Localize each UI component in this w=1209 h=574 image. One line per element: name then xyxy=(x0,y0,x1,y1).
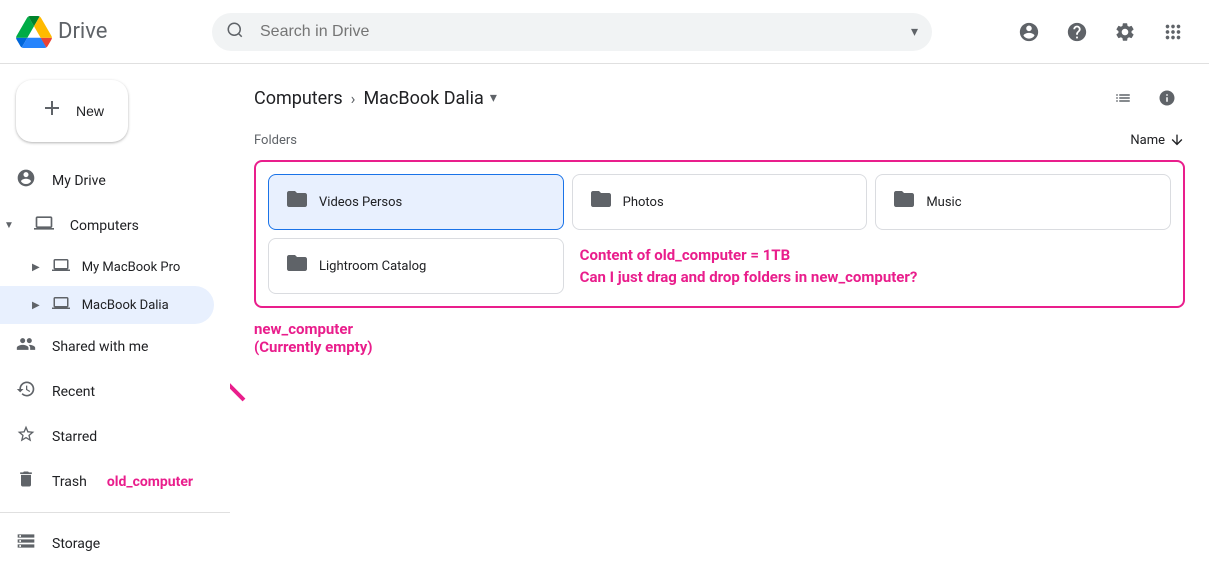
folder-name-videos-persos: Videos Persos xyxy=(319,195,402,210)
sidebar-item-my-drive[interactable]: My Drive xyxy=(0,158,214,203)
sort-label: Name xyxy=(1130,133,1165,148)
new-computer-sub: (Currently empty) xyxy=(254,338,373,356)
breadcrumb-computers[interactable]: Computers xyxy=(254,88,343,109)
folder-item-photos[interactable]: Photos xyxy=(572,174,868,230)
folder-grid: Videos Persos Photos Music xyxy=(268,174,1171,294)
macbook-dalia-icon xyxy=(52,294,70,316)
trash-icon xyxy=(16,469,36,494)
sidebar-item-recent[interactable]: Recent xyxy=(0,369,214,414)
new-computer-label: new_computer xyxy=(254,320,373,338)
name-sort-button[interactable]: Name xyxy=(1130,132,1185,148)
folder-item-lightroom[interactable]: Lightroom Catalog xyxy=(268,238,564,294)
sidebar-item-macbook-dalia[interactable]: ▶ MacBook Dalia xyxy=(0,286,214,324)
account-circle-icon[interactable] xyxy=(1009,12,1049,52)
breadcrumb: Computers › MacBook Dalia ▾ xyxy=(254,88,497,109)
content-header: Computers › MacBook Dalia ▾ xyxy=(230,64,1209,124)
app-title: Drive xyxy=(58,19,107,44)
sidebar: New My Drive ▼ Computers ▶ My MacBook Pr… xyxy=(0,64,230,574)
sidebar-item-starred[interactable]: Starred xyxy=(0,414,214,459)
breadcrumb-separator: › xyxy=(351,89,356,108)
annotation-line1: Content of old_computer = 1TB xyxy=(580,244,918,267)
list-view-button[interactable] xyxy=(1105,80,1141,116)
folder-icon-music xyxy=(892,187,916,217)
content-annotation-text: Content of old_computer = 1TB Can I just… xyxy=(580,244,918,289)
help-icon[interactable] xyxy=(1057,12,1097,52)
sidebar-item-storage[interactable]: Storage xyxy=(0,521,230,566)
folder-name-lightroom: Lightroom Catalog xyxy=(319,259,426,274)
folders-label-row: Folders Name xyxy=(230,124,1209,156)
macbook-dalia-label: MacBook Dalia xyxy=(82,298,169,313)
starred-icon xyxy=(16,424,36,449)
sidebar-item-starred-label: Starred xyxy=(52,429,97,445)
apps-icon[interactable] xyxy=(1153,12,1193,52)
topbar: Drive ▾ xyxy=(0,0,1209,64)
folder-name-photos: Photos xyxy=(623,195,664,210)
info-button[interactable] xyxy=(1149,80,1185,116)
grid-annotation-wrapper: Videos Persos Photos Music xyxy=(254,160,1185,308)
main-layout: New My Drive ▼ Computers ▶ My MacBook Pr… xyxy=(0,64,1209,574)
sidebar-item-my-drive-label: My Drive xyxy=(52,173,106,189)
folder-item-music[interactable]: Music xyxy=(875,174,1171,230)
folders-label: Folders xyxy=(254,133,297,148)
sidebar-item-computers[interactable]: ▼ Computers xyxy=(0,203,214,248)
topbar-icons xyxy=(1009,12,1193,52)
sidebar-item-shared[interactable]: Shared with me xyxy=(0,324,214,369)
sidebar-item-trash[interactable]: Trash old_computer xyxy=(0,459,214,504)
sidebar-item-trash-label: Trash xyxy=(52,474,87,490)
folder-name-music: Music xyxy=(926,195,961,210)
breadcrumb-dropdown-icon[interactable]: ▾ xyxy=(490,90,497,106)
search-icon xyxy=(226,21,244,43)
annotation-line2: Can I just drag and drop folders in new_… xyxy=(580,266,918,289)
folder-icon-videos-persos xyxy=(285,187,309,217)
plus-icon xyxy=(40,96,64,126)
macbook-pro-icon xyxy=(52,256,70,278)
breadcrumb-current: MacBook Dalia ▾ xyxy=(363,88,496,109)
computers-icon xyxy=(34,213,54,238)
folder-icon-photos xyxy=(589,187,613,217)
recent-icon xyxy=(16,379,36,404)
search-bar: ▾ xyxy=(212,13,932,51)
logo-area: Drive xyxy=(16,16,196,48)
old-computer-annotation: old_computer xyxy=(107,474,193,490)
sidebar-item-computers-label: Computers xyxy=(70,218,139,234)
storage-section: 1.1 TB of 2 TB used Buy storage xyxy=(0,566,230,574)
sidebar-item-recent-label: Recent xyxy=(52,384,95,400)
macbook-pro-arrow: ▶ xyxy=(32,262,40,273)
header-actions xyxy=(1105,80,1185,116)
settings-icon[interactable] xyxy=(1105,12,1145,52)
computers-expand-arrow: ▼ xyxy=(4,220,14,231)
folder-grid-wrapper: Videos Persos Photos Music xyxy=(254,160,1185,308)
macbook-pro-label: My MacBook Pro xyxy=(82,260,181,275)
drive-logo-icon xyxy=(16,16,52,48)
content-annotation-area: Content of old_computer = 1TB Can I just… xyxy=(572,238,1171,294)
search-input[interactable] xyxy=(212,13,932,51)
sidebar-item-shared-label: Shared with me xyxy=(52,339,148,355)
macbook-dalia-arrow: ▶ xyxy=(32,300,40,311)
breadcrumb-current-label: MacBook Dalia xyxy=(363,88,483,109)
new-button[interactable]: New xyxy=(16,80,128,142)
folder-icon-lightroom xyxy=(285,251,309,281)
content-area: Computers › MacBook Dalia ▾ Folders Na xyxy=(230,64,1209,574)
new-computer-annotation: new_computer (Currently empty) xyxy=(254,320,373,356)
new-button-label: New xyxy=(76,103,104,119)
search-dropdown-icon[interactable]: ▾ xyxy=(911,24,918,40)
bottom-annotations: new_computer (Currently empty) xyxy=(230,308,1209,356)
sidebar-item-macbook-pro[interactable]: ▶ My MacBook Pro xyxy=(0,248,214,286)
sidebar-divider xyxy=(0,512,230,513)
folder-item-videos-persos[interactable]: Videos Persos xyxy=(268,174,564,230)
storage-icon xyxy=(16,531,36,556)
my-drive-icon xyxy=(16,168,36,193)
sidebar-item-storage-label: Storage xyxy=(52,536,100,552)
shared-icon xyxy=(16,334,36,359)
